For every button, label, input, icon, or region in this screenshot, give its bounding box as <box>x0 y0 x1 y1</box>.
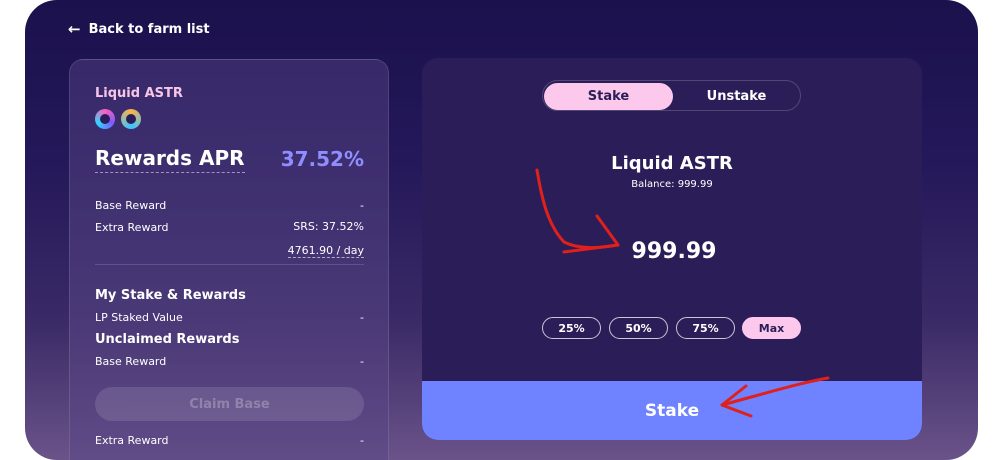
stake-button[interactable]: Stake <box>422 381 922 440</box>
stake-unstake-tabs: Stake Unstake <box>542 80 801 111</box>
rewards-apr-value: 37.52% <box>280 147 364 171</box>
pair-name: Liquid ASTR <box>95 86 183 101</box>
percent-75-button[interactable]: 75% <box>676 317 735 339</box>
unclaimed-base-reward-label: Base Reward <box>95 355 167 368</box>
unclaimed-rewards-title: Unclaimed Rewards <box>95 332 240 347</box>
extra-reward-per-day[interactable]: 4761.90 / day <box>287 244 364 258</box>
unclaimed-extra-reward-label: Extra Reward <box>95 434 169 447</box>
tab-unstake[interactable]: Unstake <box>673 83 800 110</box>
rewards-apr-label[interactable]: Rewards APR <box>95 146 245 173</box>
extra-reward-value: SRS: 37.52% <box>293 220 364 233</box>
back-to-farm-list-link[interactable]: ← Back to farm list <box>68 20 210 38</box>
claim-base-button[interactable]: Claim Base <box>95 387 364 421</box>
extra-reward-label: Extra Reward <box>95 221 169 234</box>
tab-stake[interactable]: Stake <box>544 83 673 110</box>
max-button[interactable]: Max <box>742 317 801 339</box>
back-link-label: Back to farm list <box>88 22 210 37</box>
base-reward-value: - <box>360 199 364 212</box>
astr-token-icon <box>95 109 115 129</box>
unclaimed-extra-reward-value: - <box>360 434 364 447</box>
stake-panel: Stake Unstake Liquid ASTR Balance: 999.9… <box>422 58 922 440</box>
percent-25-button[interactable]: 25% <box>542 317 601 339</box>
nastr-token-icon <box>121 109 141 129</box>
lp-staked-value: - <box>360 311 364 324</box>
lp-staked-label: LP Staked Value <box>95 311 183 324</box>
unclaimed-base-reward-value: - <box>360 355 364 368</box>
farm-info-card: Liquid ASTR Rewards APR 37.52% Base Rewa… <box>69 59 389 460</box>
balance-text: Balance: 999.99 <box>631 179 713 190</box>
arrow-left-icon: ← <box>68 20 81 38</box>
base-reward-label: Base Reward <box>95 199 167 212</box>
per-day-value: 4761.90 / day <box>287 244 364 258</box>
stake-amount-input[interactable] <box>572 233 776 269</box>
my-stake-title: My Stake & Rewards <box>95 288 246 303</box>
percent-50-button[interactable]: 50% <box>609 317 668 339</box>
farm-detail-frame: ← Back to farm list Liquid ASTR Rewards … <box>25 0 978 460</box>
token-title: Liquid ASTR <box>611 153 733 174</box>
divider <box>95 264 364 265</box>
